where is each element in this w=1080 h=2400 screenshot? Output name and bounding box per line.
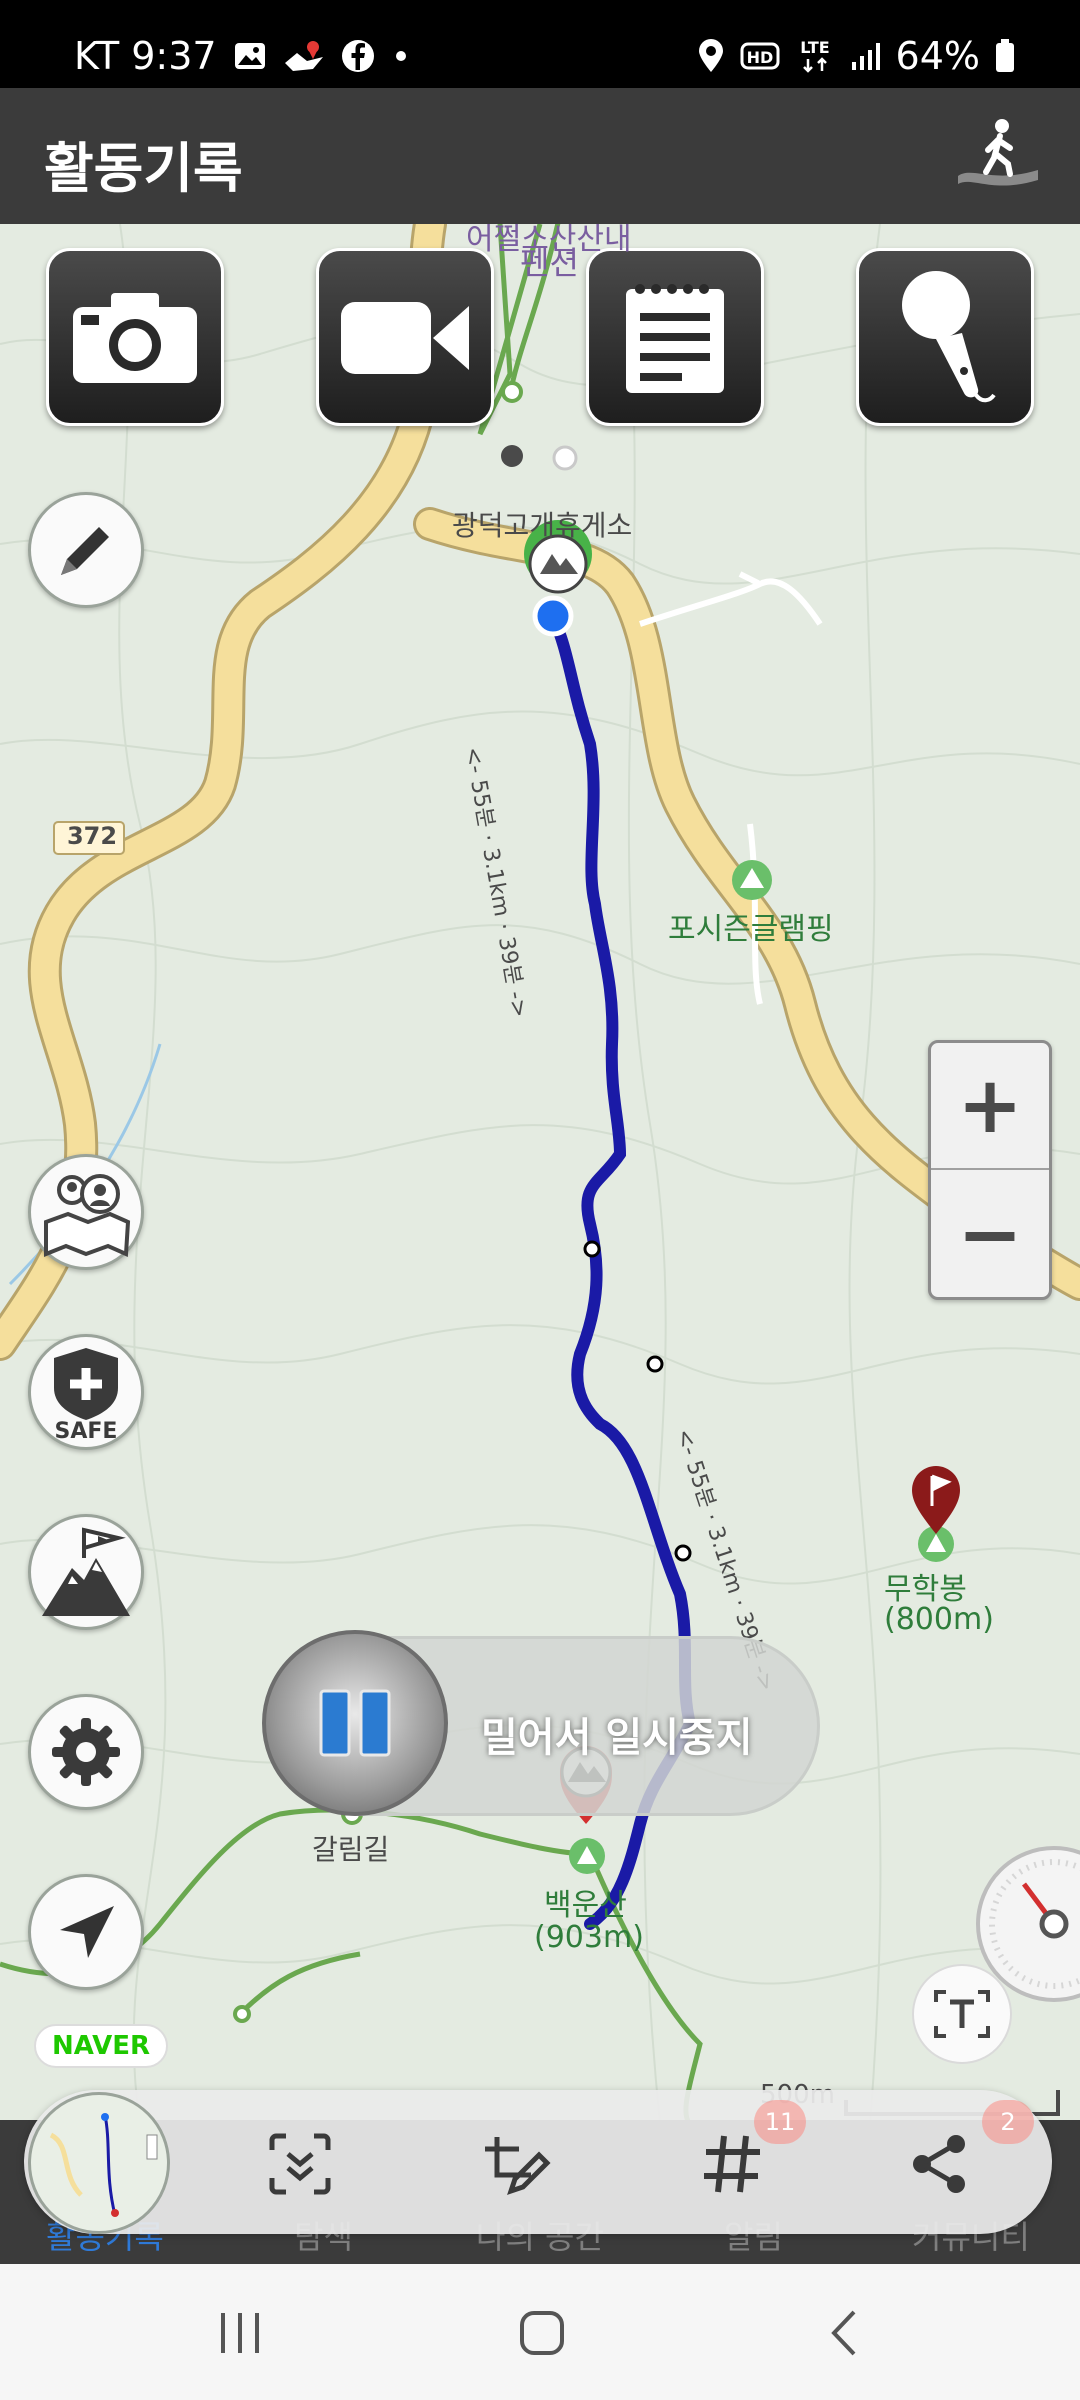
map-view[interactable]: SAFE + − 어쩔소산산내 펜션 광덕고개휴게소 372 포시즌글램핑 무학… <box>0 224 1080 2124</box>
zoom-in-button[interactable]: + <box>931 1043 1049 1170</box>
text-scan-icon <box>934 1990 990 2038</box>
facebook-icon <box>341 39 375 73</box>
community-badge: 2 <box>982 2100 1034 2144</box>
back-icon[interactable] <box>814 2308 874 2358</box>
hiker-icon[interactable] <box>952 114 1044 194</box>
pause-slider-knob[interactable] <box>262 1630 448 1816</box>
camera-button[interactable] <box>46 248 224 426</box>
camping-label: 포시즌글램핑 <box>668 912 834 947</box>
video-button[interactable] <box>316 248 494 426</box>
safe-shield-icon: SAFE <box>54 1348 118 1440</box>
home-icon[interactable] <box>512 2308 572 2358</box>
edit-route-icon <box>485 2137 551 2195</box>
lte-icon: LTE <box>794 37 836 75</box>
quick-action-bar: 11 2 <box>24 2090 1052 2234</box>
share-icon <box>913 2135 965 2193</box>
place-label-pension: 펜션 <box>520 244 579 282</box>
video-camera-icon <box>341 302 469 374</box>
edit-button[interactable] <box>28 492 144 608</box>
voice-memo-button[interactable] <box>856 248 1034 426</box>
peak-alt-baegunsan: (903m) <box>534 1920 644 1955</box>
recent-apps-icon[interactable] <box>210 2308 270 2358</box>
road-number-372: 372 <box>66 822 118 850</box>
hashtag-button[interactable] <box>692 2124 772 2204</box>
slide-to-pause-label: 밀어서 일시중지 <box>481 1715 753 1761</box>
status-time: KT 9:37 <box>74 34 217 78</box>
svg-text:LTE: LTE <box>800 38 829 57</box>
pencil-icon <box>61 527 109 575</box>
group-map-icon <box>44 1174 131 1257</box>
zoom-control: + − <box>928 1040 1052 1300</box>
settings-button[interactable] <box>28 1694 144 1810</box>
summit-flag-icon <box>42 1527 130 1616</box>
dot-icon <box>391 46 411 66</box>
status-bar: KT 9:37 HD LTE 64% <box>0 0 1080 88</box>
mini-map-icon <box>49 2113 158 2217</box>
gear-icon <box>52 1718 120 1786</box>
navigate-button[interactable] <box>28 1874 144 1990</box>
zoom-out-button[interactable]: − <box>931 1171 1049 1298</box>
svg-text:HD: HD <box>746 48 773 67</box>
signal-icon <box>850 40 882 72</box>
share-button[interactable] <box>900 2124 980 2204</box>
page-title: 활동기록 <box>44 137 243 200</box>
gallery-icon <box>233 41 267 71</box>
microphone-icon <box>902 271 996 403</box>
trail-junction-label: 갈림길 <box>312 1833 390 1866</box>
edit-route-button[interactable] <box>476 2124 556 2204</box>
safe-label: SAFE <box>55 1419 118 1440</box>
group-map-button[interactable] <box>28 1154 144 1270</box>
text-size-button[interactable] <box>912 1964 1012 2064</box>
hashtag-icon <box>704 2135 760 2193</box>
notepad-icon <box>626 284 724 393</box>
map-pin-app-icon <box>283 39 325 73</box>
mini-map-button[interactable] <box>28 2092 170 2234</box>
capture-icon <box>269 2133 331 2195</box>
rest-area-label: 광덕고개휴게소 <box>452 509 633 542</box>
pause-icon <box>319 1689 391 1757</box>
summit-button[interactable] <box>28 1514 144 1630</box>
location-icon <box>696 38 726 74</box>
navigate-arrow-icon <box>60 1906 114 1958</box>
safe-button[interactable]: SAFE <box>28 1334 144 1450</box>
peak-label-baegunsan: 백운산 <box>544 1888 627 1923</box>
system-nav-bar <box>0 2264 1080 2400</box>
camera-icon <box>73 293 197 383</box>
naver-logo: NAVER <box>34 2024 168 2068</box>
peak-alt-muhakbong: (800m) <box>884 1602 994 1637</box>
memo-button[interactable] <box>586 248 764 426</box>
app-bar: 활동기록 <box>0 88 1080 224</box>
hd-icon: HD <box>740 41 780 71</box>
battery-percent: 64% <box>895 34 980 78</box>
battery-icon <box>994 38 1016 74</box>
capture-button[interactable] <box>260 2124 340 2204</box>
